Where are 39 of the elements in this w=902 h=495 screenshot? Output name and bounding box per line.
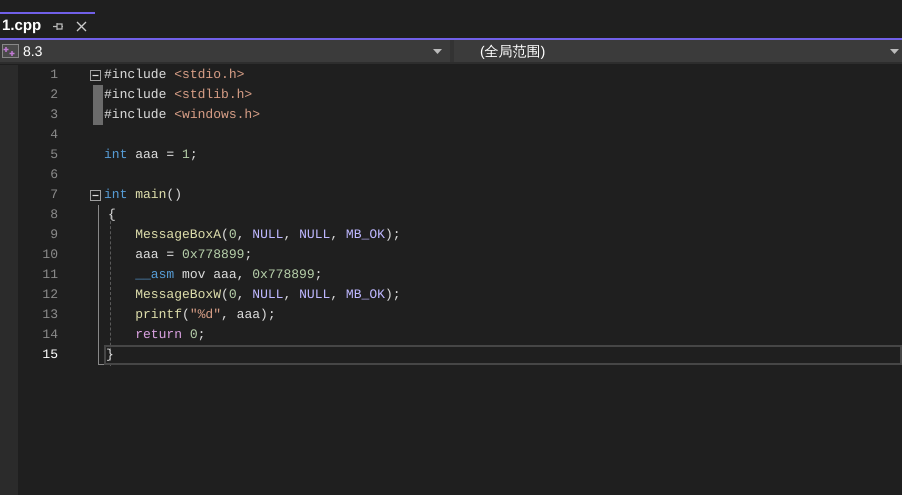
code-line: #include <windows.h> (104, 106, 260, 124)
line-number: 10 (41, 246, 58, 264)
project-dropdown[interactable]: 8.3 (0, 40, 450, 62)
scope-dropdown[interactable]: (全局范围) (454, 40, 902, 62)
code-line: #include <stdio.h> (104, 66, 244, 84)
dropdown-caret-icon (433, 48, 442, 54)
line-number: 4 (49, 126, 58, 144)
outlining-bar (93, 85, 103, 125)
code-line: aaa = 0x778899; (134, 246, 252, 264)
line-number: 1 (49, 66, 58, 84)
code-line: MessageBoxW(0, NULL, NULL, MB_OK); (134, 286, 401, 304)
pin-icon[interactable] (53, 22, 64, 30)
line-number: 11 (41, 266, 58, 284)
code-line: } (106, 346, 114, 364)
line-number: 15 (41, 346, 58, 364)
line-number: 7 (49, 186, 58, 204)
dropdown-caret-icon (890, 48, 899, 54)
line-number: 12 (41, 286, 58, 304)
code-line: int aaa = 1; (104, 146, 198, 164)
line-number: 5 (49, 146, 58, 164)
collapse-icon[interactable] (90, 190, 101, 200)
code-line: __asm mov aaa, 0x778899; (134, 266, 322, 284)
collapse-icon[interactable] (90, 70, 101, 80)
line-number: 9 (49, 226, 58, 244)
tab-title: 1.cpp (1, 16, 42, 36)
code-line: printf("%d", aaa); (134, 306, 276, 324)
code-line: int main() (104, 186, 182, 204)
code-line: { (107, 206, 116, 224)
line-number: 14 (41, 326, 58, 344)
line-number: 13 (41, 306, 58, 324)
code-line: MessageBoxA(0, NULL, NULL, MB_OK); (134, 226, 401, 244)
line-number: 2 (49, 86, 58, 104)
close-icon[interactable] (76, 20, 88, 32)
code-line: return 0; (134, 326, 206, 344)
line-number: 8 (49, 206, 58, 224)
code-line: #include <stdlib.h> (104, 86, 252, 104)
project-icon (2, 44, 19, 58)
line-number: 3 (49, 106, 58, 124)
line-number: 6 (49, 166, 58, 184)
